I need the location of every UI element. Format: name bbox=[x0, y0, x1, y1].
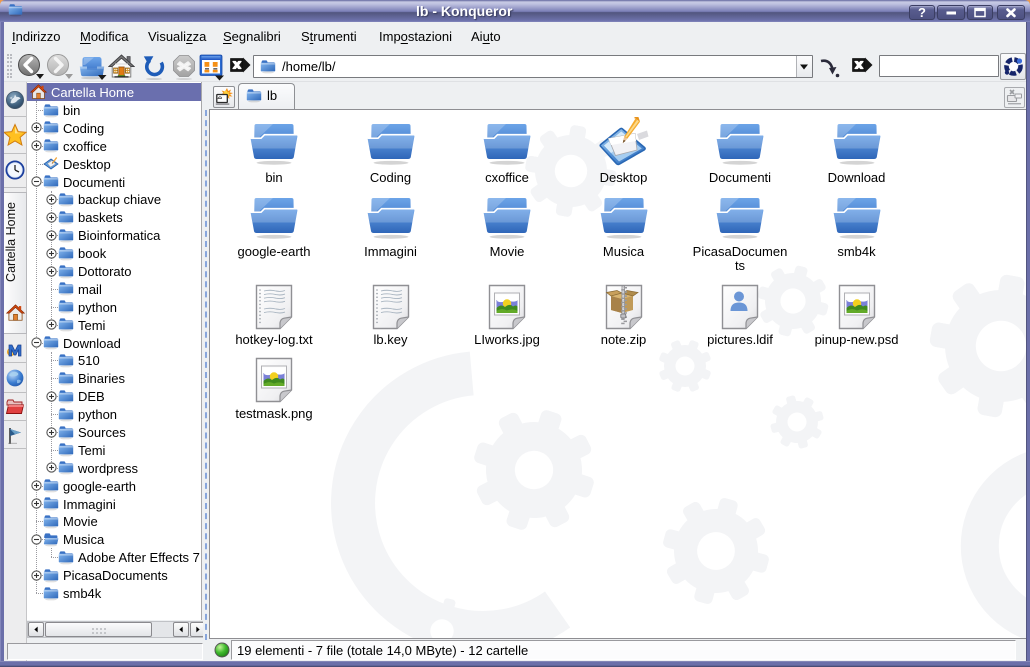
svg-text:?: ? bbox=[918, 6, 926, 19]
